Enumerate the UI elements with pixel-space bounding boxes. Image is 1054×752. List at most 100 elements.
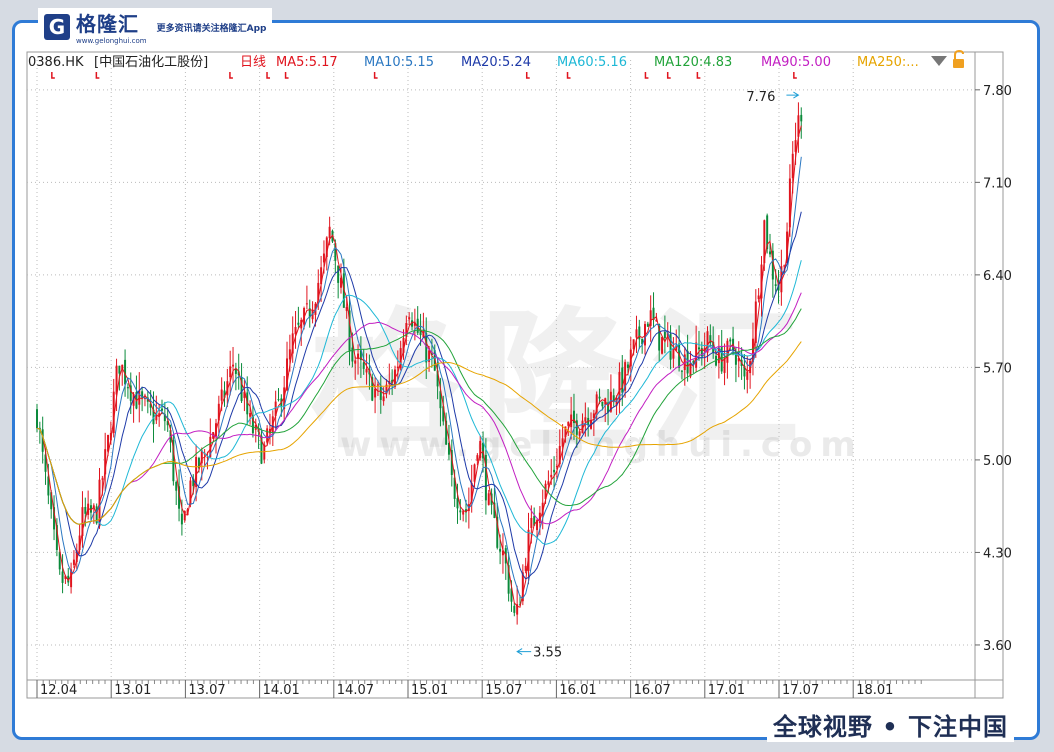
x-tick-label: 15.01 (411, 683, 448, 698)
y-tick-label: 5.70 (983, 361, 1012, 376)
candle-body (249, 412, 252, 417)
y-tick-label: 5.00 (983, 454, 1012, 469)
candle-body (374, 388, 377, 398)
dropdown-triangle-icon[interactable] (931, 56, 947, 66)
candle-body (425, 333, 428, 363)
candle-body (487, 493, 490, 505)
x-tick-label: 17.07 (782, 683, 819, 698)
candle-body (530, 517, 533, 528)
x-tick-label: 17.01 (708, 683, 745, 698)
candle-body (175, 481, 178, 491)
dividend-marker (793, 72, 797, 79)
legend-ma90: MA90:5.00 (761, 55, 831, 70)
x-tick-label: 16.01 (559, 683, 596, 698)
candle-body (396, 366, 399, 369)
candle-body (365, 368, 368, 373)
candle-body (524, 565, 527, 571)
x-tick-label: 12.04 (40, 683, 77, 698)
candle-body (266, 428, 269, 443)
candle-body (769, 251, 771, 255)
y-tick-label: 7.80 (983, 84, 1012, 99)
candle-body (584, 417, 587, 422)
legend-period: 日线 (240, 55, 266, 70)
legend-ma5: MA5:5.17 (276, 55, 338, 70)
candle-body (746, 371, 749, 380)
candle-body (408, 317, 411, 320)
candle-body (36, 409, 38, 429)
candle-body (229, 366, 232, 378)
candle-body (513, 605, 516, 613)
dividend-marker (266, 72, 271, 79)
dividend-marker (95, 72, 100, 79)
candle-body (757, 295, 760, 300)
candle-body (729, 339, 732, 342)
y-tick-label: 3.60 (983, 639, 1012, 654)
candle-body (626, 364, 629, 368)
candle-body (84, 506, 87, 514)
legend-ma10: MA10:5.15 (364, 55, 434, 70)
price-annotations: 7.76 3.55 (516, 90, 800, 661)
y-tick-label: 6.40 (983, 269, 1012, 284)
candle-body (734, 354, 737, 365)
candle-body (601, 401, 604, 407)
candle-body (277, 399, 280, 401)
x-tick-label: 13.01 (114, 683, 151, 698)
candle-body (553, 469, 556, 473)
dividend-marker (51, 72, 55, 79)
candle-body (305, 303, 308, 305)
dividend-marker (373, 72, 378, 79)
footer-slogan: 全球视野 • 下注中国 (766, 707, 1014, 742)
candle-body (476, 455, 479, 461)
candlesticks (36, 102, 803, 625)
chart-grid (26, 51, 1004, 699)
candle-body (382, 396, 385, 402)
candle-body (337, 265, 340, 283)
dividend-marker (525, 72, 530, 79)
candle-body (220, 389, 223, 401)
candle-body (357, 353, 360, 359)
legend-stock-name: [中国石油化工股份] (94, 55, 208, 70)
candle-body (791, 153, 794, 179)
dividend-marker (284, 72, 289, 79)
candle-body (646, 323, 649, 327)
candle-body (180, 513, 183, 525)
legend-ma120: MA120:4.83 (654, 55, 732, 70)
legend-ma60: MA60:5.16 (557, 55, 627, 70)
candle-body (499, 548, 502, 552)
candle-body (697, 347, 700, 350)
dividend-marker (644, 72, 649, 79)
event-markers (51, 72, 797, 79)
legend-symbol: 0386.HK (28, 55, 84, 70)
high-arrow (786, 91, 800, 99)
price-chart: 7.80 7.10 6.40 5.70 5.00 4.30 3.60 12.04 13.01 13… (26, 49, 1012, 699)
candle-body (72, 559, 75, 565)
candle-body (328, 226, 331, 239)
candle-body (661, 336, 664, 354)
candle-body (663, 331, 666, 339)
candle-body (459, 510, 462, 513)
candle-body (672, 348, 675, 359)
y-tick-label: 4.30 (983, 546, 1012, 561)
candle-body (680, 370, 683, 372)
candle-body (774, 284, 777, 286)
candle-body (567, 421, 570, 426)
candle-body (118, 365, 121, 374)
candle-body (354, 360, 357, 364)
low-arrow (516, 648, 532, 655)
candle-body (61, 571, 64, 583)
candle-body (297, 322, 300, 325)
low-label: 3.55 (533, 646, 562, 661)
x-tick-label: 14.01 (263, 683, 300, 698)
x-tick-label: 18.01 (856, 683, 893, 698)
candle-body (635, 329, 638, 338)
legend-ma250: MA250:... (857, 55, 919, 70)
unlock-icon[interactable] (953, 49, 964, 68)
candle-body (126, 387, 129, 389)
dividend-marker (566, 72, 571, 79)
candle-body (101, 478, 104, 480)
candle-body (800, 114, 803, 122)
candle-body (161, 408, 163, 411)
ma120-line (36, 308, 802, 525)
high-label: 7.76 (746, 90, 775, 105)
candle-body (456, 498, 459, 509)
